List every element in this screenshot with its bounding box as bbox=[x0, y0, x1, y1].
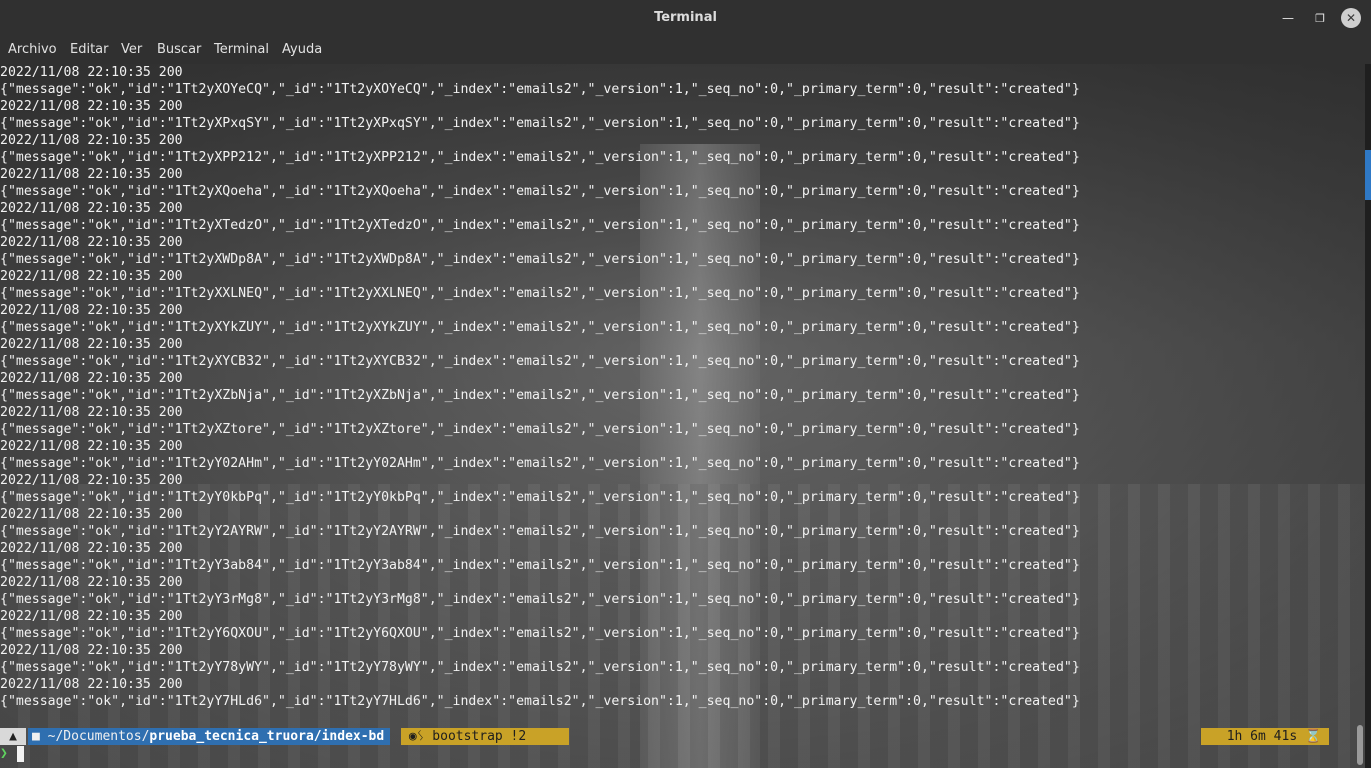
log-json-line: {"message":"ok","id":"1Tt2yY7HLd6","_id"… bbox=[0, 694, 1080, 709]
log-json-line: {"message":"ok","id":"1Tt2yXWDp8A","_id"… bbox=[0, 252, 1080, 267]
log-json-line: {"message":"ok","id":"1Tt2yXYkZUY","_id"… bbox=[0, 320, 1080, 335]
duration-text: 1h 6m 41s bbox=[1226, 729, 1298, 744]
terminal-output: 2022/11/08 22:10:35 200 {"message":"ok","… bbox=[0, 64, 1080, 710]
menu-ver[interactable]: Ver bbox=[121, 36, 142, 64]
menu-bar: Archivo Editar Ver Buscar Terminal Ayuda bbox=[0, 36, 1371, 65]
log-json-line: {"message":"ok","id":"1Tt2yXPP212","_id"… bbox=[0, 150, 1080, 165]
hourglass-icon: ⌛ bbox=[1304, 729, 1322, 744]
folder-icon: ■ bbox=[32, 729, 48, 744]
scrollbar-thumb[interactable] bbox=[1365, 150, 1371, 200]
log-status-line: 2022/11/08 22:10:35 200 bbox=[0, 133, 183, 148]
minimize-button[interactable]: — bbox=[1278, 8, 1298, 28]
log-json-line: {"message":"ok","id":"1Tt2yXOYeCQ","_id"… bbox=[0, 82, 1080, 97]
title-bar: Terminal — ❐ ✕ bbox=[0, 0, 1371, 36]
log-status-line: 2022/11/08 22:10:35 200 bbox=[0, 167, 183, 182]
terminal-area[interactable]: 2022/11/08 22:10:35 200 {"message":"ok","… bbox=[0, 64, 1365, 768]
log-json-line: {"message":"ok","id":"1Tt2yY02AHm","_id"… bbox=[0, 456, 1080, 471]
linux-icon: ▲ bbox=[0, 728, 26, 745]
log-status-line: 2022/11/08 22:10:35 200 bbox=[0, 337, 183, 352]
log-json-line: {"message":"ok","id":"1Tt2yY6QXOU","_id"… bbox=[0, 626, 1080, 641]
log-status-line: 2022/11/08 22:10:35 200 bbox=[0, 541, 183, 556]
log-json-line: {"message":"ok","id":"1Tt2yXYCB32","_id"… bbox=[0, 354, 1080, 369]
maximize-button[interactable]: ❐ bbox=[1310, 8, 1330, 28]
log-status-line: 2022/11/08 22:10:35 200 bbox=[0, 439, 183, 454]
menu-buscar[interactable]: Buscar bbox=[157, 36, 201, 64]
window-title: Terminal bbox=[654, 10, 717, 25]
prompt-statusline: ▲ ■ ~/Documentos/prueba_tecnica_truora/i… bbox=[0, 728, 1340, 745]
log-status-line: 2022/11/08 22:10:35 200 bbox=[0, 235, 183, 250]
log-json-line: {"message":"ok","id":"1Tt2yY2AYRW","_id"… bbox=[0, 524, 1080, 539]
git-status: bootstrap !2 bbox=[424, 729, 527, 744]
log-status-line: 2022/11/08 22:10:35 200 bbox=[0, 677, 183, 692]
close-button[interactable]: ✕ bbox=[1341, 8, 1361, 28]
duration-segment: 1h 6m 41s ⌛ bbox=[1201, 728, 1329, 745]
menu-terminal[interactable]: Terminal bbox=[214, 36, 269, 64]
log-status-line: 2022/11/08 22:10:35 200 bbox=[0, 371, 183, 386]
log-json-line: {"message":"ok","id":"1Tt2yXZtore","_id"… bbox=[0, 422, 1080, 437]
log-json-line: {"message":"ok","id":"1Tt2yXPxqSY","_id"… bbox=[0, 116, 1080, 131]
log-json-line: {"message":"ok","id":"1Tt2yXXLNEQ","_id"… bbox=[0, 286, 1080, 301]
prompt-symbol: ❯ bbox=[0, 746, 8, 761]
menu-archivo[interactable]: Archivo bbox=[8, 36, 57, 64]
minimize-icon: — bbox=[1282, 11, 1294, 25]
log-status-line: 2022/11/08 22:10:35 200 bbox=[0, 473, 183, 488]
log-status-line: 2022/11/08 22:10:35 200 bbox=[0, 65, 183, 80]
log-status-line: 2022/11/08 22:10:35 200 bbox=[0, 643, 183, 658]
log-json-line: {"message":"ok","id":"1Tt2yXQoeha","_id"… bbox=[0, 184, 1080, 199]
log-status-line: 2022/11/08 22:10:35 200 bbox=[0, 99, 183, 114]
log-json-line: {"message":"ok","id":"1Tt2yXTedzO","_id"… bbox=[0, 218, 1080, 233]
menu-editar[interactable]: Editar bbox=[70, 36, 109, 64]
text-cursor bbox=[17, 746, 24, 762]
log-status-line: 2022/11/08 22:10:35 200 bbox=[0, 609, 183, 624]
log-status-line: 2022/11/08 22:10:35 200 bbox=[0, 507, 183, 522]
dir-path: prueba_tecnica_truora/index-bd bbox=[149, 729, 385, 744]
dir-prefix: ~/Documentos/ bbox=[47, 729, 150, 744]
log-json-line: {"message":"ok","id":"1Tt2yY3rMg8","_id"… bbox=[0, 592, 1080, 607]
directory-segment: ■ ~/Documentos/prueba_tecnica_truora/ind… bbox=[28, 728, 391, 745]
log-json-line: {"message":"ok","id":"1Tt2yY3ab84","_id"… bbox=[0, 558, 1080, 573]
log-status-line: 2022/11/08 22:10:35 200 bbox=[0, 575, 183, 590]
log-status-line: 2022/11/08 22:10:35 200 bbox=[0, 405, 183, 420]
menu-ayuda[interactable]: Ayuda bbox=[282, 36, 322, 64]
log-status-line: 2022/11/08 22:10:35 200 bbox=[0, 303, 183, 318]
log-status-line: 2022/11/08 22:10:35 200 bbox=[0, 201, 183, 216]
restore-icon: ❐ bbox=[1315, 11, 1325, 25]
log-status-line: 2022/11/08 22:10:35 200 bbox=[0, 269, 183, 284]
log-json-line: {"message":"ok","id":"1Tt2yY78yWY","_id"… bbox=[0, 660, 1080, 675]
log-json-line: {"message":"ok","id":"1Tt2yXZbNja","_id"… bbox=[0, 388, 1080, 403]
resize-handle[interactable] bbox=[1357, 725, 1363, 765]
log-json-line: {"message":"ok","id":"1Tt2yY0kbPq","_id"… bbox=[0, 490, 1080, 505]
close-icon: ✕ bbox=[1345, 11, 1357, 25]
git-segment: ◉ᛊ bootstrap !2 bbox=[401, 728, 569, 745]
github-icon: ◉ bbox=[408, 729, 417, 744]
